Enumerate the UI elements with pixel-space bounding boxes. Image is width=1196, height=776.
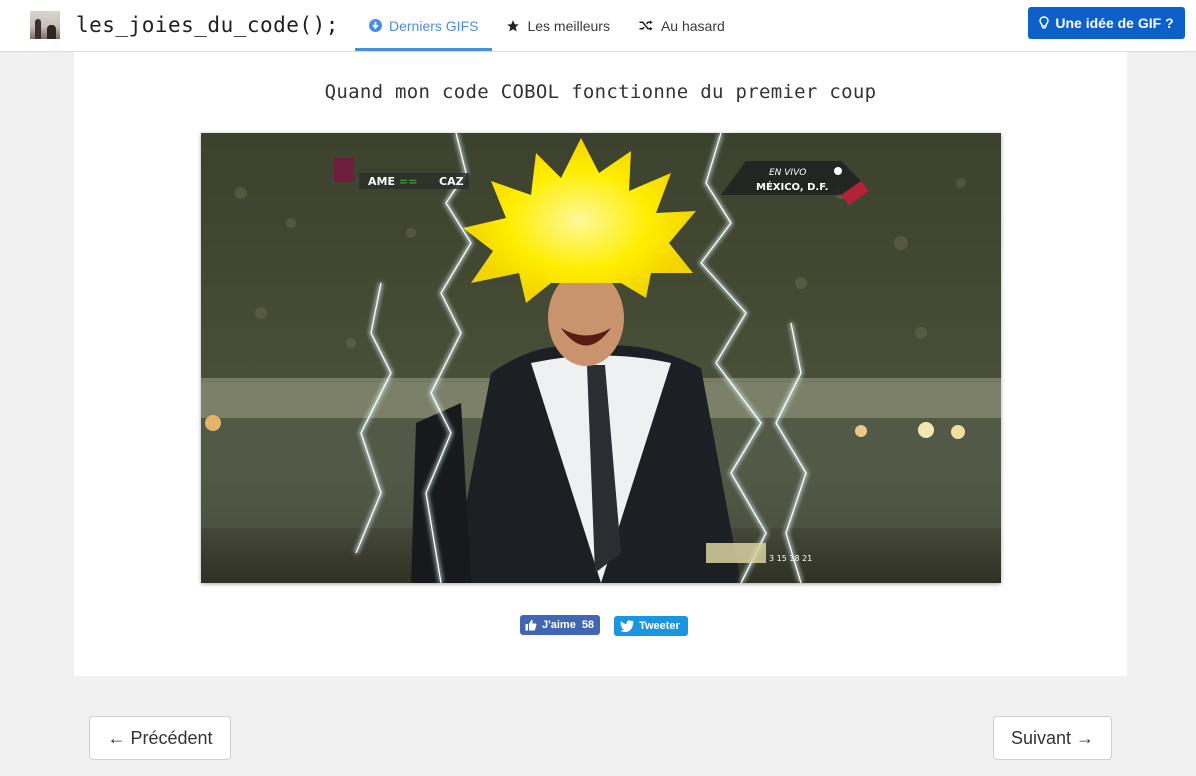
nav-item-label: Au hasard [660,17,725,34]
like-count: 58 [581,619,595,631]
nav-item-les-meilleurs[interactable]: Les meilleurs [492,0,623,51]
facebook-like-button[interactable]: J'aime 58 [520,615,601,635]
brand[interactable]: les_joies_du_code(); [30,9,339,41]
nav-item-derniers-gifs[interactable]: Derniers GIFS [355,0,493,51]
arrow-circle-down-icon [369,19,382,32]
like-label: J'aime [542,619,576,631]
post-title: Quand mon code COBOL fonctionne du premi… [324,81,877,103]
star-icon [506,19,520,33]
social-share-bar: J'aime 58 Tweeter [520,615,688,636]
top-navbar: les_joies_du_code(); Derniers GIFS Les m… [0,0,1196,52]
gif-live-label: EN VIVO [769,168,806,178]
suggest-gif-button[interactable]: Une idée de GIF ? [1028,7,1185,39]
lightbulb-icon [1039,16,1050,30]
next-button[interactable]: Suivant → [993,716,1112,760]
shuffle-icon [638,19,654,32]
twitter-bird-icon [620,620,635,632]
suggest-gif-label: Une idée de GIF ? [1055,15,1174,31]
main-nav: Derniers GIFS Les meilleurs Au hasard [355,0,739,51]
tweet-label: Tweeter [639,620,680,632]
gif-score-left: AME [368,175,395,188]
previous-button[interactable]: ← Précédent [89,716,231,760]
post-gif-image[interactable]: AME == CAZ EN VIVO MÉXICO, D.F. 3 15 18 … [201,133,1001,583]
post-card: Quand mon code COBOL fonctionne du premi… [74,52,1127,676]
logo-image [30,11,60,39]
tweet-button[interactable]: Tweeter [614,616,688,636]
brand-name: les_joies_du_code(); [76,13,339,37]
gif-location: MÉXICO, D.F. [756,180,828,193]
nav-item-label: Les meilleurs [527,17,610,34]
gif-score-right: CAZ [439,175,464,188]
gif-timer: 3 15 18 21 [769,554,812,563]
thumbs-up-icon [525,619,537,631]
nav-item-au-hasard[interactable]: Au hasard [624,0,739,51]
nav-item-label: Derniers GIFS [389,17,479,34]
gif-score-mid: == [399,175,417,188]
